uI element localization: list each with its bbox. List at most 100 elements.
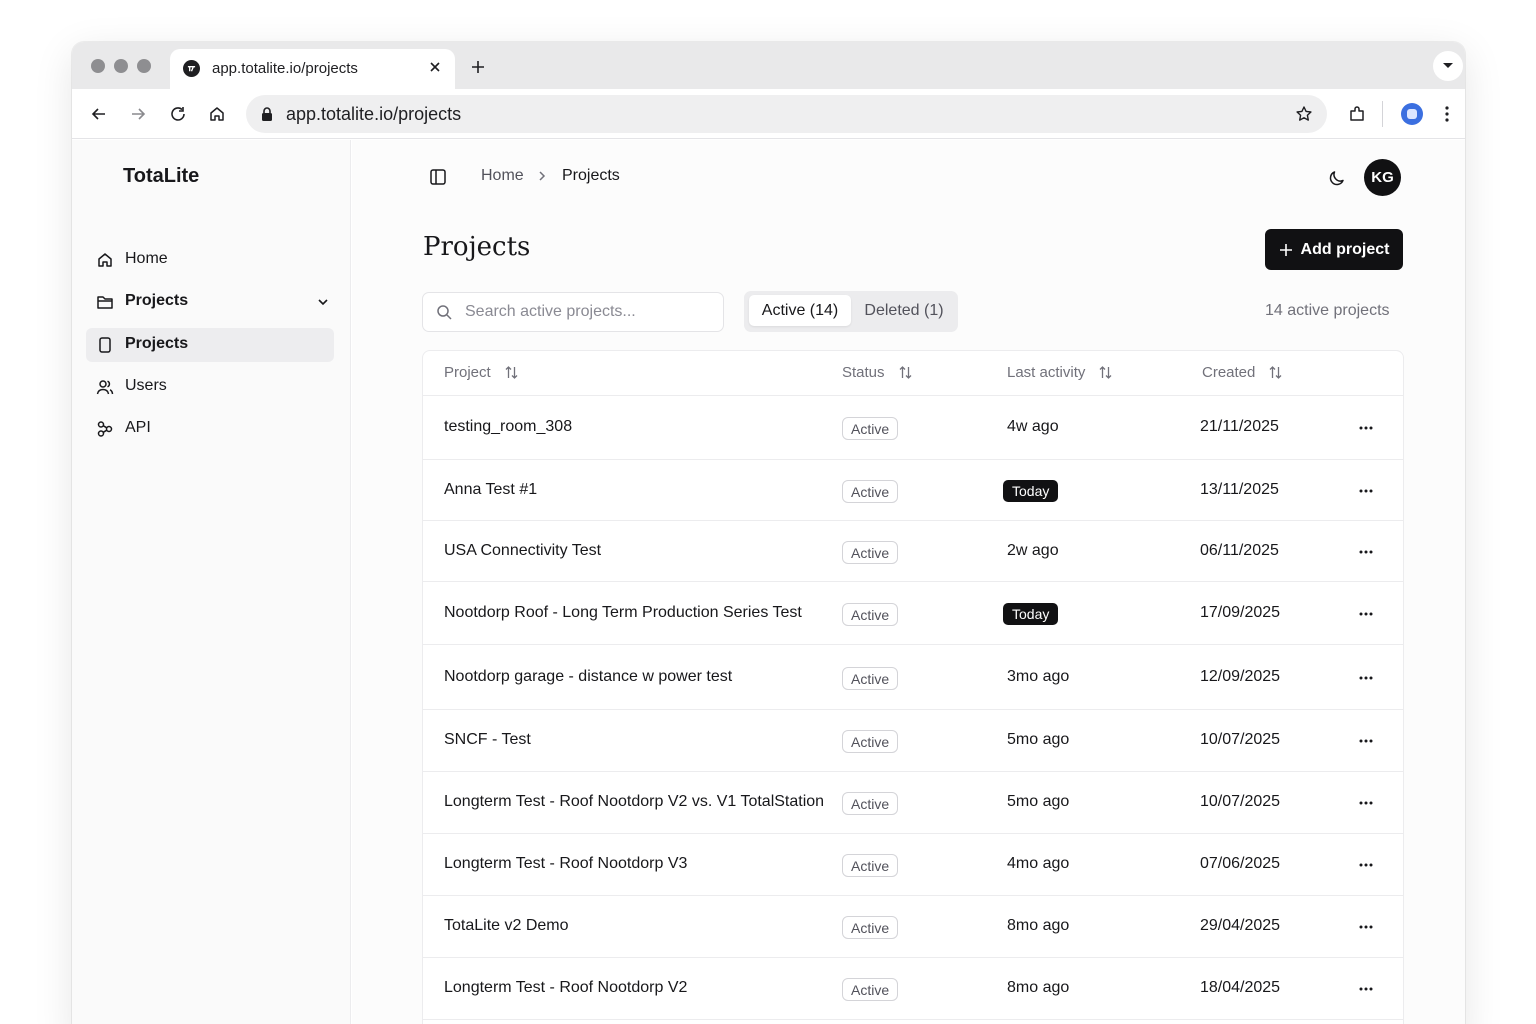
- status-badge: Active: [842, 978, 899, 1001]
- project-name[interactable]: Longterm Test - Roof Nootdorp V2 vs. V1 …: [444, 793, 824, 811]
- column-header-status[interactable]: Status: [842, 364, 913, 381]
- status-badge: Active: [842, 792, 899, 815]
- search-field[interactable]: [422, 292, 724, 332]
- status-badge: Active: [842, 916, 899, 939]
- column-header-created[interactable]: Created: [1202, 364, 1283, 381]
- created-date: 07/06/2025: [1200, 855, 1281, 872]
- avatar[interactable]: KG: [1364, 159, 1401, 196]
- project-name[interactable]: Nootdorp garage - distance w power test: [444, 668, 732, 686]
- last-activity: 3mo ago: [1007, 668, 1070, 685]
- tab-title: app.totalite.io/projects: [212, 60, 358, 77]
- plus-icon: [1279, 243, 1292, 256]
- project-name[interactable]: Longterm Test - Roof Nootdorp V3: [444, 855, 687, 873]
- extensions-icon[interactable]: [1347, 104, 1367, 124]
- table-row[interactable]: Longterm Test - Roof Nootdorp V2 vs. V1 …: [423, 772, 1403, 834]
- sidebar-item-label: Projects: [125, 292, 189, 309]
- last-activity: 2w ago: [1007, 542, 1059, 559]
- close-window-dot[interactable]: [91, 59, 105, 73]
- chevron-down-icon[interactable]: [316, 295, 330, 309]
- sidebar-toggle-icon[interactable]: [429, 168, 447, 186]
- sort-icon: [899, 366, 911, 379]
- sidebar-item-home[interactable]: Home: [86, 243, 334, 277]
- table-header: Project Status Last activity Created: [423, 351, 1403, 396]
- status-badge: Active: [842, 667, 899, 690]
- last-activity: 8mo ago: [1007, 979, 1070, 996]
- sort-icon: [1269, 366, 1282, 379]
- more-options-icon[interactable]: [1356, 668, 1376, 688]
- more-options-icon[interactable]: [1356, 855, 1376, 875]
- more-options-icon[interactable]: [1356, 793, 1376, 813]
- sidebar-item-api[interactable]: API: [86, 412, 334, 446]
- more-options-icon[interactable]: [1356, 604, 1376, 624]
- project-name[interactable]: TotaLite v2 Demo: [444, 917, 569, 935]
- created-date: 10/07/2025: [1200, 731, 1281, 748]
- status-badge: Active: [842, 541, 899, 564]
- minimize-window-dot[interactable]: [114, 59, 128, 73]
- forward-icon[interactable]: [128, 104, 148, 124]
- table-row[interactable]: TotaLite v2 Demo Active 8mo ago 29/04/2025: [423, 896, 1403, 958]
- created-date: 12/09/2025: [1200, 668, 1281, 685]
- sort-icon: [1099, 366, 1112, 379]
- table-row[interactable]: USA Connectivity Test Active 2w ago 06/11/2…: [423, 521, 1403, 582]
- tab-close-icon[interactable]: [428, 60, 442, 74]
- tab-search-button[interactable]: [1433, 51, 1463, 81]
- bookmark-star-icon[interactable]: [1295, 105, 1313, 123]
- last-activity: 5mo ago: [1007, 731, 1070, 748]
- browser-tab[interactable]: app.totalite.io/projects: [170, 49, 455, 89]
- address-bar[interactable]: app.totalite.io/projects: [246, 95, 1327, 133]
- profile-icon[interactable]: [1401, 103, 1423, 125]
- more-options-icon[interactable]: [1356, 731, 1376, 751]
- project-name[interactable]: Anna Test #1: [444, 481, 537, 499]
- brand-logo[interactable]: TotaLite: [123, 165, 199, 188]
- moon-icon[interactable]: [1327, 168, 1347, 188]
- back-icon[interactable]: [89, 104, 109, 124]
- sidebar-item-label: Home: [125, 250, 168, 267]
- project-name[interactable]: testing_room_308: [444, 418, 572, 436]
- add-project-button[interactable]: Add project: [1265, 229, 1403, 270]
- tab-deleted[interactable]: Deleted (1): [854, 295, 954, 326]
- table-row[interactable]: Longterm Test - Roof Nootdorp V2 Active 8m…: [423, 958, 1403, 1020]
- more-options-icon[interactable]: [1356, 542, 1376, 562]
- add-project-label: Add project: [1300, 240, 1390, 258]
- main-content: Home Projects KG Projects Add project Ac…: [352, 140, 1465, 1024]
- project-name[interactable]: USA Connectivity Test: [444, 542, 601, 560]
- tab-active[interactable]: Active (14): [749, 295, 851, 326]
- project-name[interactable]: SNCF - Test: [444, 731, 531, 749]
- created-date: 21/11/2025: [1200, 418, 1279, 435]
- breadcrumb-home[interactable]: Home: [481, 167, 524, 185]
- table-row[interactable]: SNCF - Test Active 5mo ago 10/07/2025: [423, 710, 1403, 772]
- more-options-icon[interactable]: [1356, 481, 1376, 501]
- chevron-right-icon: [539, 171, 546, 181]
- created-date: 13/11/2025: [1200, 481, 1279, 498]
- tablet-icon: [99, 337, 111, 353]
- new-tab-icon[interactable]: [470, 59, 486, 75]
- column-header-last-activity[interactable]: Last activity: [1007, 364, 1113, 381]
- project-name[interactable]: Longterm Test - Roof Nootdorp V2: [444, 979, 687, 997]
- table-row[interactable]: Anna Test #1 Active Today 13/11/2025: [423, 460, 1403, 521]
- more-options-icon[interactable]: [1356, 979, 1376, 999]
- column-label: Created: [1202, 364, 1256, 381]
- search-input[interactable]: [465, 301, 715, 323]
- browser-menu-icon[interactable]: [1437, 104, 1457, 124]
- reload-icon[interactable]: [168, 104, 188, 124]
- table-row[interactable]: Nootdorp garage - distance w power test A…: [423, 645, 1403, 710]
- status-tabs: Active (14) Deleted (1): [744, 291, 958, 332]
- column-header-project[interactable]: Project: [444, 364, 519, 381]
- sidebar-item-projects-group[interactable]: Projects: [86, 285, 334, 319]
- sidebar-item-projects[interactable]: Projects: [86, 328, 334, 362]
- browser-window: app.totalite.io/projects app.totalite.io…: [72, 42, 1465, 1024]
- project-name[interactable]: Nootdorp Roof - Long Term Production Ser…: [444, 604, 802, 622]
- column-label: Project: [444, 364, 491, 381]
- created-date: 10/07/2025: [1200, 793, 1281, 810]
- created-date: 29/04/2025: [1200, 917, 1281, 934]
- table-row[interactable]: Longterm Test - Roof Nootdorp V3 Active 4m…: [423, 834, 1403, 896]
- home-browser-icon[interactable]: [207, 104, 227, 124]
- more-options-icon[interactable]: [1356, 917, 1376, 937]
- created-date: 18/04/2025: [1200, 979, 1281, 996]
- projects-table: Project Status Last activity Created tes…: [422, 350, 1404, 1024]
- table-row[interactable]: Nootdorp Roof - Long Term Production Ser…: [423, 582, 1403, 645]
- maximize-window-dot[interactable]: [137, 59, 151, 73]
- sidebar-item-users[interactable]: Users: [86, 370, 334, 404]
- more-options-icon[interactable]: [1356, 418, 1376, 438]
- table-row[interactable]: testing_room_308 Active 4w ago 21/11/2025: [423, 396, 1403, 460]
